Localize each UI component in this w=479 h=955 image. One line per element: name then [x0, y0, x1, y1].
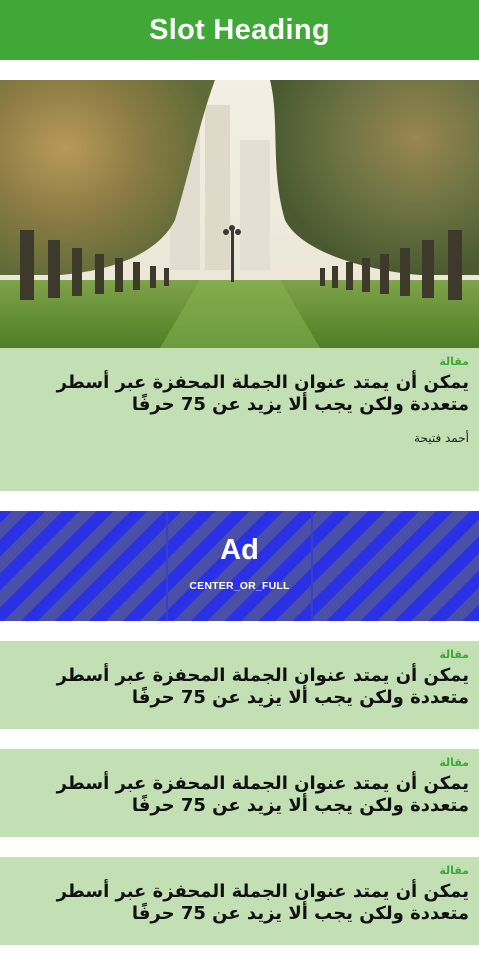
palm-avenue-photo: [0, 80, 479, 348]
article-kicker: مقالة: [439, 648, 469, 661]
article-kicker: مقالة: [439, 864, 469, 877]
ad-placeholder[interactable]: Ad CENTER_OR_FULL: [0, 511, 479, 621]
article-card[interactable]: مقالة يمكن أن يمتد عنوان الجملة المحفزة …: [0, 641, 479, 729]
slot-heading-bar: Slot Heading: [0, 0, 479, 60]
article-title[interactable]: يمكن أن يمتد عنوان الجملة المحفزة عبر أس…: [10, 665, 469, 709]
article-title[interactable]: يمكن أن يمتد عنوان الجملة المحفزة عبر أس…: [10, 773, 469, 817]
ad-label: Ad: [220, 534, 259, 566]
article-card[interactable]: مقالة يمكن أن يمتد عنوان الجملة المحفزة …: [0, 749, 479, 837]
article-card[interactable]: مقالة يمكن أن يمتد عنوان الجملة المحفزة …: [0, 348, 479, 491]
article-title[interactable]: يمكن أن يمتد عنوان الجملة المحفزة عبر أس…: [10, 372, 469, 416]
slot-heading: Slot Heading: [149, 13, 330, 46]
article-author[interactable]: أحمد فتيحة: [10, 430, 469, 446]
article-kicker: مقالة: [439, 355, 469, 368]
article-title[interactable]: يمكن أن يمتد عنوان الجملة المحفزة عبر أس…: [10, 881, 469, 925]
ad-center-column: Ad CENTER_OR_FULL: [167, 511, 312, 621]
ad-type: CENTER_OR_FULL: [189, 580, 290, 592]
article-card[interactable]: مقالة يمكن أن يمتد عنوان الجملة المحفزة …: [0, 857, 479, 945]
hero-image[interactable]: [0, 80, 479, 348]
article-kicker: مقالة: [439, 756, 469, 769]
